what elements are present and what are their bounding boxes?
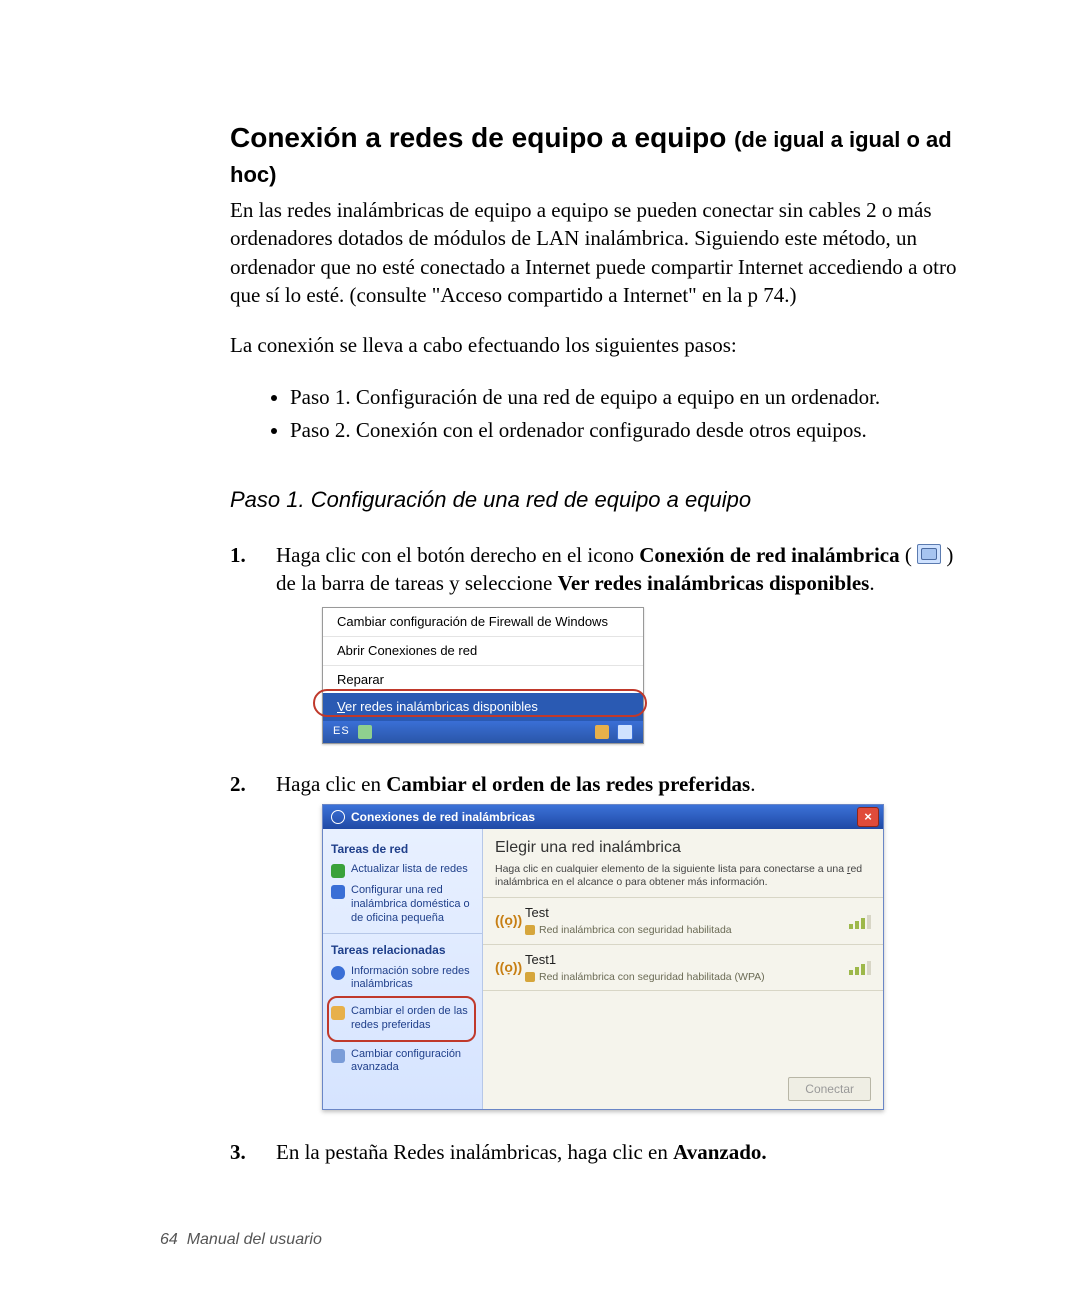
- title-main: Conexión a redes de equipo a equipo: [230, 122, 734, 153]
- refresh-link[interactable]: Actualizar lista de redes: [331, 863, 474, 878]
- change-order-link[interactable]: Cambiar el orden de las redes preferidas: [331, 1005, 472, 1033]
- step-number: 3.: [230, 1138, 246, 1166]
- side-heading: Tareas de red: [331, 841, 474, 857]
- lock-icon: [525, 972, 535, 982]
- antenna-icon: ((ọ)): [495, 911, 515, 930]
- star-icon: [331, 1006, 345, 1020]
- setup-network-link[interactable]: Configurar una red inalámbrica doméstica…: [331, 884, 474, 925]
- network-name: Test: [525, 904, 839, 922]
- close-icon[interactable]: ×: [857, 807, 879, 827]
- document-page: Conexión a redes de equipo a equipo (de …: [0, 0, 1080, 1309]
- network-desc: Red inalámbrica con seguridad habilitada: [539, 923, 732, 937]
- language-indicator[interactable]: ES: [333, 724, 350, 739]
- network-desc: Red inalámbrica con seguridad habilitada…: [539, 970, 765, 984]
- network-item[interactable]: ((ọ)) Test Red inalámbrica con seguridad…: [483, 897, 883, 945]
- step-number: 2.: [230, 770, 246, 798]
- main-panel: Elegir una red inalámbrica Haga clic en …: [483, 829, 883, 1109]
- info-link[interactable]: Información sobre redes inalámbricas: [331, 965, 474, 993]
- wireless-window-figure: Conexiones de red inalámbricas × Tareas …: [322, 804, 884, 1110]
- gear-icon: [331, 1049, 345, 1063]
- menu-item[interactable]: Abrir Conexiones de red: [323, 636, 643, 665]
- wireless-tray-icon: [917, 544, 941, 564]
- page-footer: 64 Manual del usuario: [160, 1231, 322, 1249]
- steps-overview-list: Paso 1. Configuración de una red de equi…: [290, 382, 960, 447]
- panel-subtext: Haga clic en cualquier elemento de la si…: [483, 863, 883, 897]
- menu-item-highlighted[interactable]: Ver redes inalámbricas disponibles: [323, 693, 643, 721]
- callout-circle: Cambiar el orden de las redes preferidas: [327, 996, 476, 1042]
- step-1: 1. Haga clic con el botón derecho en el …: [230, 541, 960, 744]
- step-2: 2. Haga clic en Cambiar el orden de las …: [230, 770, 960, 1110]
- window-title: Conexiones de red inalámbricas: [351, 809, 535, 825]
- network-name: Test1: [525, 951, 839, 969]
- network-item[interactable]: ((ọ)) Test1 Red inalámbrica con segurida…: [483, 945, 883, 992]
- button-row: Conectar: [483, 1069, 883, 1109]
- step-text: Haga clic con el botón derecho en el ico…: [276, 543, 953, 595]
- divider: [323, 933, 482, 934]
- signal-bars-icon: [849, 959, 871, 975]
- window-titlebar: Conexiones de red inalámbricas ×: [323, 805, 883, 829]
- refresh-icon: [331, 864, 345, 878]
- lead-paragraph: La conexión se lleva a cabo efectuando l…: [230, 331, 960, 359]
- network-icon: [331, 885, 345, 899]
- step-number: 1.: [230, 541, 246, 569]
- step-3: 3. En la pestaña Redes inalámbricas, hag…: [230, 1138, 960, 1166]
- menu-item[interactable]: Reparar: [323, 665, 643, 694]
- ordered-steps: 1. Haga clic con el botón derecho en el …: [230, 541, 960, 1167]
- step-text: Haga clic en Cambiar el orden de las red…: [276, 772, 755, 796]
- info-icon: [331, 966, 345, 980]
- tray-icon[interactable]: [595, 725, 609, 739]
- page-title: Conexión a redes de equipo a equipo (de …: [230, 120, 960, 190]
- lock-icon: [525, 925, 535, 935]
- tray-wireless-icon[interactable]: [617, 724, 633, 740]
- panel-heading: Elegir una red inalámbrica: [483, 829, 883, 863]
- side-heading: Tareas relacionadas: [331, 942, 474, 958]
- tray-icon[interactable]: [358, 725, 372, 739]
- menu-item[interactable]: Cambiar configuración de Firewall de Win…: [323, 608, 643, 636]
- taskbar-tray: ES: [323, 721, 643, 743]
- page-number: 64: [160, 1231, 178, 1248]
- connect-button[interactable]: Conectar: [788, 1077, 871, 1101]
- section-heading: Paso 1. Configuración de una red de equi…: [230, 487, 960, 513]
- step-text: En la pestaña Redes inalámbricas, haga c…: [276, 1140, 767, 1164]
- context-menu-figure: Cambiar configuración de Firewall de Win…: [322, 607, 644, 743]
- antenna-icon: ((ọ)): [495, 958, 515, 977]
- intro-paragraph: En las redes inalámbricas de equipo a eq…: [230, 196, 960, 309]
- accelerator-letter: V: [337, 699, 345, 714]
- footer-label: Manual del usuario: [187, 1231, 322, 1248]
- advanced-config-link[interactable]: Cambiar configuración avanzada: [331, 1048, 474, 1076]
- list-item: Paso 2. Conexión con el ordenador config…: [290, 415, 960, 447]
- list-item: Paso 1. Configuración de una red de equi…: [290, 382, 960, 414]
- signal-bars-icon: [849, 913, 871, 929]
- wireless-icon: [331, 810, 345, 824]
- window-body: Tareas de red Actualizar lista de redes …: [323, 829, 883, 1109]
- side-panel: Tareas de red Actualizar lista de redes …: [323, 829, 483, 1109]
